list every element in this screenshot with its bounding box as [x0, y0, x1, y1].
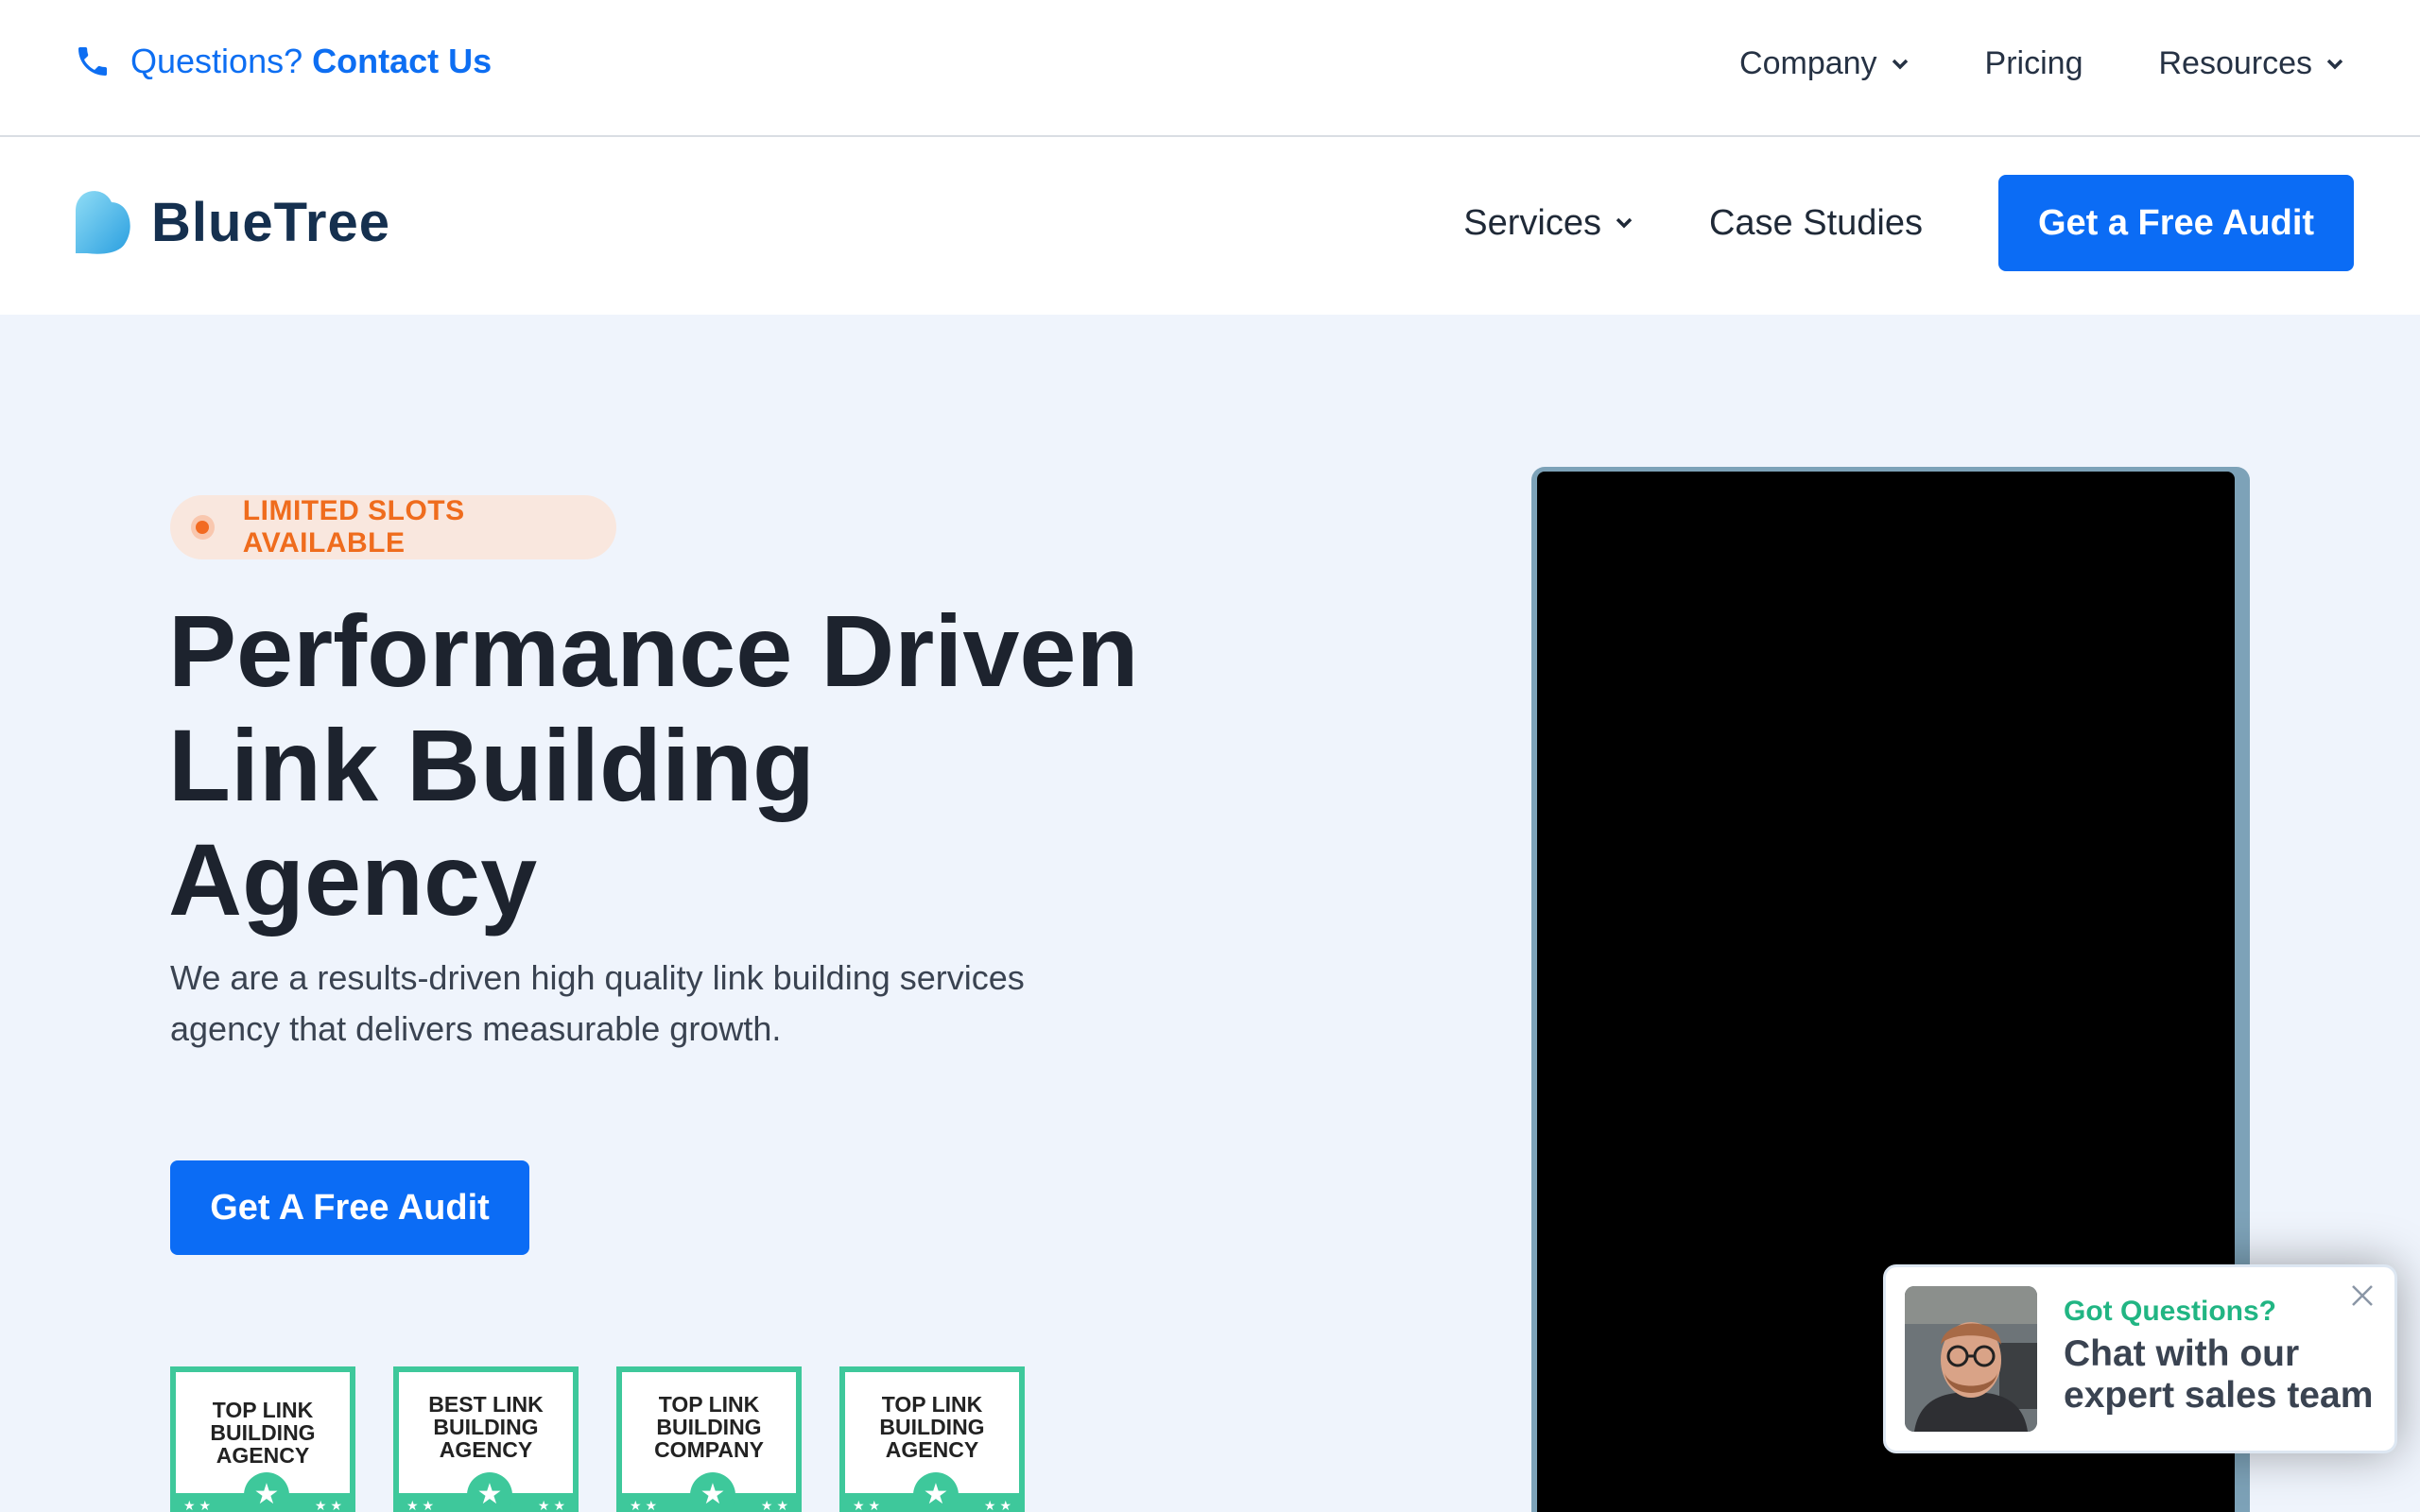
award-line: AGENCY: [885, 1437, 979, 1462]
logo[interactable]: BlueTree: [74, 189, 390, 255]
award-line: TOP LINK: [881, 1392, 983, 1417]
nav-resources-label: Resources: [2158, 45, 2312, 81]
nav-pricing-label: Pricing: [1984, 45, 2083, 81]
hero-subtext: We are a results-driven high quality lin…: [170, 953, 1172, 1055]
mini-stars-icon: ★★: [760, 1498, 792, 1512]
chat-widget[interactable]: Got Questions? Chat with our expert sale…: [1883, 1264, 2397, 1453]
limited-slots-badge: LIMITED SLOTS AVAILABLE: [170, 495, 616, 559]
award-line: BUILDING: [433, 1415, 539, 1439]
chat-title: Got Questions?: [2064, 1296, 2276, 1327]
mini-stars-icon: ★★: [406, 1498, 439, 1512]
contact-prefix: Questions?: [130, 42, 303, 80]
award-line: TOP LINK: [212, 1398, 314, 1422]
chat-message-line: Chat with our: [2064, 1333, 2300, 1374]
star-icon: ★: [913, 1472, 959, 1512]
subtext-line: We are a results-driven high quality lin…: [170, 958, 1025, 997]
award-line: TOP LINK: [658, 1392, 760, 1417]
chevron-down-icon: [2326, 59, 2343, 69]
avatar-photo: [1905, 1286, 2037, 1432]
sales-rep-avatar: [1905, 1286, 2037, 1432]
logo-text: BlueTree: [151, 191, 390, 253]
utility-nav: Company Pricing Resources: [1664, 45, 2344, 82]
award-line: AGENCY: [216, 1443, 310, 1468]
main-nav: Services Case Studies Get a Free Audit: [1463, 175, 2354, 271]
nav-case-studies-label: Case Studies: [1708, 202, 1923, 243]
mini-stars-icon: ★★: [537, 1498, 569, 1512]
mini-stars-icon: ★★: [314, 1498, 346, 1512]
award-badge: BEST LINK BUILDING AGENCY ★★ ★★ ★: [393, 1366, 579, 1512]
nav-services[interactable]: Services: [1463, 203, 1634, 244]
chat-message: Chat with our expert sales team: [2064, 1333, 2385, 1417]
award-line: AGENCY: [439, 1437, 533, 1462]
get-free-audit-button[interactable]: Get a Free Audit: [1998, 175, 2354, 271]
star-icon: ★: [467, 1472, 512, 1512]
award-line: BUILDING: [656, 1415, 762, 1439]
awards-row: TOP LINK BUILDING AGENCY ★★ ★★ ★ BEST LI…: [170, 1366, 1063, 1512]
contact-link[interactable]: Questions? Contact Us: [74, 42, 492, 81]
chevron-down-icon: [1616, 217, 1633, 229]
phone-icon: [78, 47, 107, 76]
nav-company-label: Company: [1739, 45, 1877, 81]
award-line: BUILDING: [210, 1420, 316, 1445]
award-line: COMPANY: [654, 1437, 764, 1462]
headline-line: Agency: [168, 822, 538, 936]
main-header: BlueTree Services Case Studies Get a Fre…: [0, 137, 2420, 315]
chevron-down-icon: [1892, 59, 1908, 69]
chat-message-line: expert sales team: [2064, 1375, 2374, 1416]
badge-text: LIMITED SLOTS AVAILABLE: [242, 495, 465, 558]
nav-pricing[interactable]: Pricing: [1985, 45, 2083, 82]
award-line: BEST LINK: [428, 1392, 544, 1417]
star-icon: ★: [244, 1472, 289, 1512]
award-badge: TOP LINK BUILDING COMPANY ★★ ★★ ★: [616, 1366, 802, 1512]
close-icon[interactable]: [2349, 1282, 2376, 1309]
star-icon: ★: [690, 1472, 735, 1512]
mini-stars-icon: ★★: [853, 1498, 885, 1512]
hero-headline: Performance Driven Link Building Agency: [168, 593, 1284, 936]
mini-stars-icon: ★★: [183, 1498, 216, 1512]
pulse-dot-icon: [191, 515, 215, 540]
mini-stars-icon: ★★: [630, 1498, 662, 1512]
award-line: BUILDING: [879, 1415, 985, 1439]
nav-resources[interactable]: Resources: [2158, 45, 2344, 82]
award-badge: TOP LINK BUILDING AGENCY ★★ ★★ ★: [839, 1366, 1025, 1512]
contact-us-link[interactable]: Contact Us: [312, 42, 492, 81]
headline-line: Link Building: [168, 708, 815, 822]
utility-bar: Questions? Contact Us Company Pricing Re…: [0, 0, 2420, 137]
hero-cta-button[interactable]: Get A Free Audit: [170, 1160, 529, 1255]
nav-company[interactable]: Company: [1739, 45, 1910, 82]
mini-stars-icon: ★★: [983, 1498, 1015, 1512]
award-badge: TOP LINK BUILDING AGENCY ★★ ★★ ★: [170, 1366, 355, 1512]
nav-case-studies[interactable]: Case Studies: [1709, 203, 1923, 244]
logo-icon: [76, 191, 130, 254]
headline-line: Performance Driven: [168, 593, 1139, 708]
nav-services-label: Services: [1463, 202, 1601, 243]
subtext-line: agency that delivers measurable growth.: [170, 1009, 782, 1048]
